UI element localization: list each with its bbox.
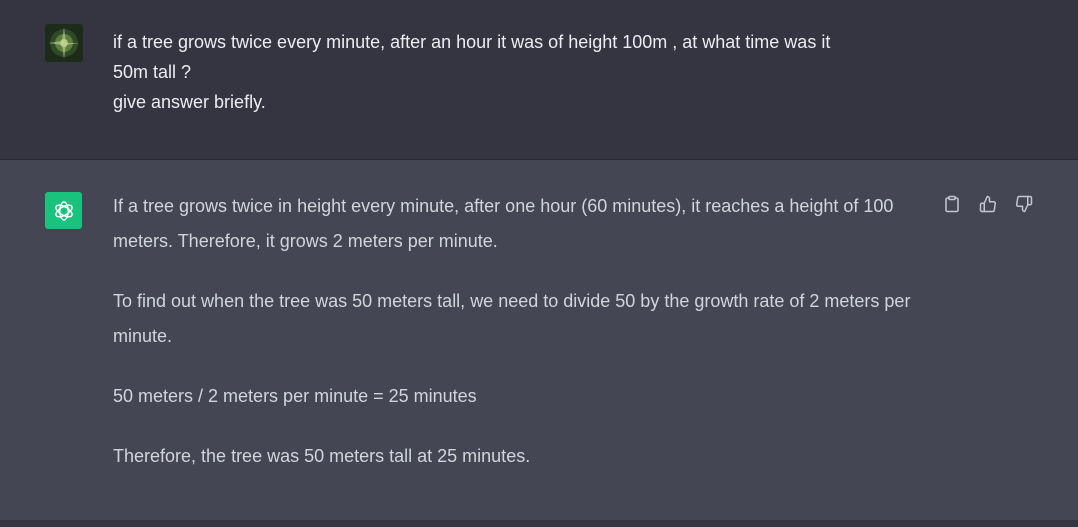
assistant-paragraph: 50 meters / 2 meters per minute = 25 min… [113, 386, 477, 406]
user-avatar [45, 24, 83, 62]
assistant-paragraph: To find out when the tree was 50 meters … [113, 291, 911, 346]
thumbs-up-icon [979, 195, 997, 213]
bottom-strip [0, 520, 1078, 527]
thumbs-down-button[interactable] [1012, 192, 1036, 216]
assistant-paragraph: Therefore, the tree was 50 meters tall a… [113, 446, 531, 466]
user-message: if a tree grows twice every minute, afte… [113, 27, 913, 117]
user-message-row: if a tree grows twice every minute, afte… [0, 0, 1078, 160]
message-actions [940, 192, 1036, 216]
assistant-paragraph: If a tree grows twice in height every mi… [113, 196, 894, 251]
assistant-message: If a tree grows twice in height every mi… [113, 189, 923, 499]
thumbs-up-button[interactable] [976, 192, 1000, 216]
copy-button[interactable] [940, 192, 964, 216]
user-message-line: if a tree grows twice every minute, afte… [113, 32, 831, 52]
thumbs-down-icon [1015, 195, 1033, 213]
clipboard-icon [945, 195, 959, 213]
assistant-avatar [45, 192, 82, 229]
user-message-line: give answer briefly. [113, 92, 266, 112]
user-message-line: 50m tall ? [113, 62, 192, 82]
openai-logo-icon [54, 200, 73, 221]
user-avatar-image [45, 24, 83, 62]
